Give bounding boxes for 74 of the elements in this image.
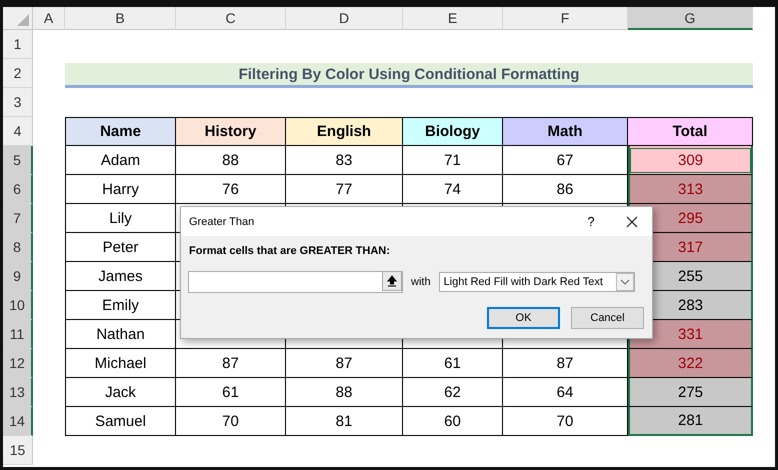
column-header[interactable]: C: [176, 7, 286, 30]
prompt-label: Format cells that are GREATER THAN:: [189, 245, 391, 257]
sheet-title: Filtering By Color Using Conditional Formatting: [65, 63, 753, 88]
table-cell: 74: [403, 175, 503, 204]
upload-arrow-icon: [387, 275, 397, 287]
column-header[interactable]: B: [65, 7, 176, 30]
table-cell: Peter: [65, 233, 176, 262]
column-heading: Biology: [403, 117, 503, 146]
table-cell: 88: [286, 378, 403, 407]
column-heading: English: [286, 117, 403, 146]
row-header[interactable]: 5: [3, 146, 33, 175]
table-cell: James: [65, 262, 176, 291]
table-cell: 83: [286, 146, 403, 175]
table-cell: Jack: [65, 378, 176, 407]
row-header[interactable]: 6: [3, 175, 33, 204]
table-cell: 87: [503, 349, 628, 378]
row-header[interactable]: 11: [3, 320, 33, 349]
column-header[interactable]: F: [503, 7, 628, 30]
table-cell: 60: [403, 407, 503, 436]
table-cell: 70: [176, 407, 286, 436]
dialog-button[interactable]: OK: [487, 307, 560, 329]
table-cell: 62: [403, 378, 503, 407]
row-header[interactable]: 1: [3, 30, 33, 59]
row-header[interactable]: 8: [3, 233, 33, 262]
table-cell: Harry: [65, 175, 176, 204]
column-heading: Name: [65, 117, 176, 146]
row-header[interactable]: 13: [3, 378, 33, 407]
help-button[interactable]: ?: [578, 213, 604, 230]
table-cell: Samuel: [65, 407, 176, 436]
row-header[interactable]: 12: [3, 349, 33, 378]
table-cell: 86: [503, 175, 628, 204]
collapse-button[interactable]: [382, 271, 402, 291]
dialog-button[interactable]: Cancel: [571, 307, 644, 329]
table-cell[interactable]: 275: [628, 378, 753, 407]
column-heading: Math: [503, 117, 628, 146]
row-header[interactable]: 10: [3, 291, 33, 320]
table-cell: Lily: [65, 204, 176, 233]
table-cell[interactable]: 309: [628, 146, 753, 175]
row-header[interactable]: 9: [3, 262, 33, 291]
column-heading: History: [176, 117, 286, 146]
table-cell: 88: [176, 146, 286, 175]
column-heading: Total: [628, 117, 753, 146]
table-cell: Emily: [65, 291, 176, 320]
table-cell: 81: [286, 407, 403, 436]
value-field[interactable]: [188, 271, 403, 293]
row-header[interactable]: 4: [3, 117, 33, 146]
table-cell: Michael: [65, 349, 176, 378]
column-header[interactable]: D: [286, 7, 403, 30]
table-cell: 77: [286, 175, 403, 204]
column-header[interactable]: E: [403, 7, 503, 30]
table-cell: 61: [403, 349, 503, 378]
table-cell: Nathan: [65, 320, 176, 349]
table-cell: 71: [403, 146, 503, 175]
table-cell: 87: [286, 349, 403, 378]
table-cell: 67: [503, 146, 628, 175]
table-cell: 76: [176, 175, 286, 204]
column-header[interactable]: A: [33, 7, 65, 30]
row-header[interactable]: 14: [3, 407, 33, 436]
table-cell: 64: [503, 378, 628, 407]
row-header[interactable]: 3: [3, 88, 33, 117]
row-header[interactable]: 2: [3, 59, 33, 88]
caret-icon: [616, 273, 634, 291]
table-cell: Adam: [65, 146, 176, 175]
table-cell: 70: [503, 407, 628, 436]
format-dropdown[interactable]: Light Red Fill with Dark Red Text: [438, 272, 635, 292]
close-icon: [626, 216, 638, 228]
table-cell: 61: [176, 378, 286, 407]
dialog-title: Greater Than: [189, 216, 256, 228]
row-header[interactable]: 7: [3, 204, 33, 233]
with-label: with: [411, 276, 431, 288]
column-header[interactable]: G: [628, 7, 753, 30]
table-cell: 87: [176, 349, 286, 378]
table-cell[interactable]: 281: [628, 407, 753, 436]
row-header[interactable]: 15: [3, 436, 33, 465]
